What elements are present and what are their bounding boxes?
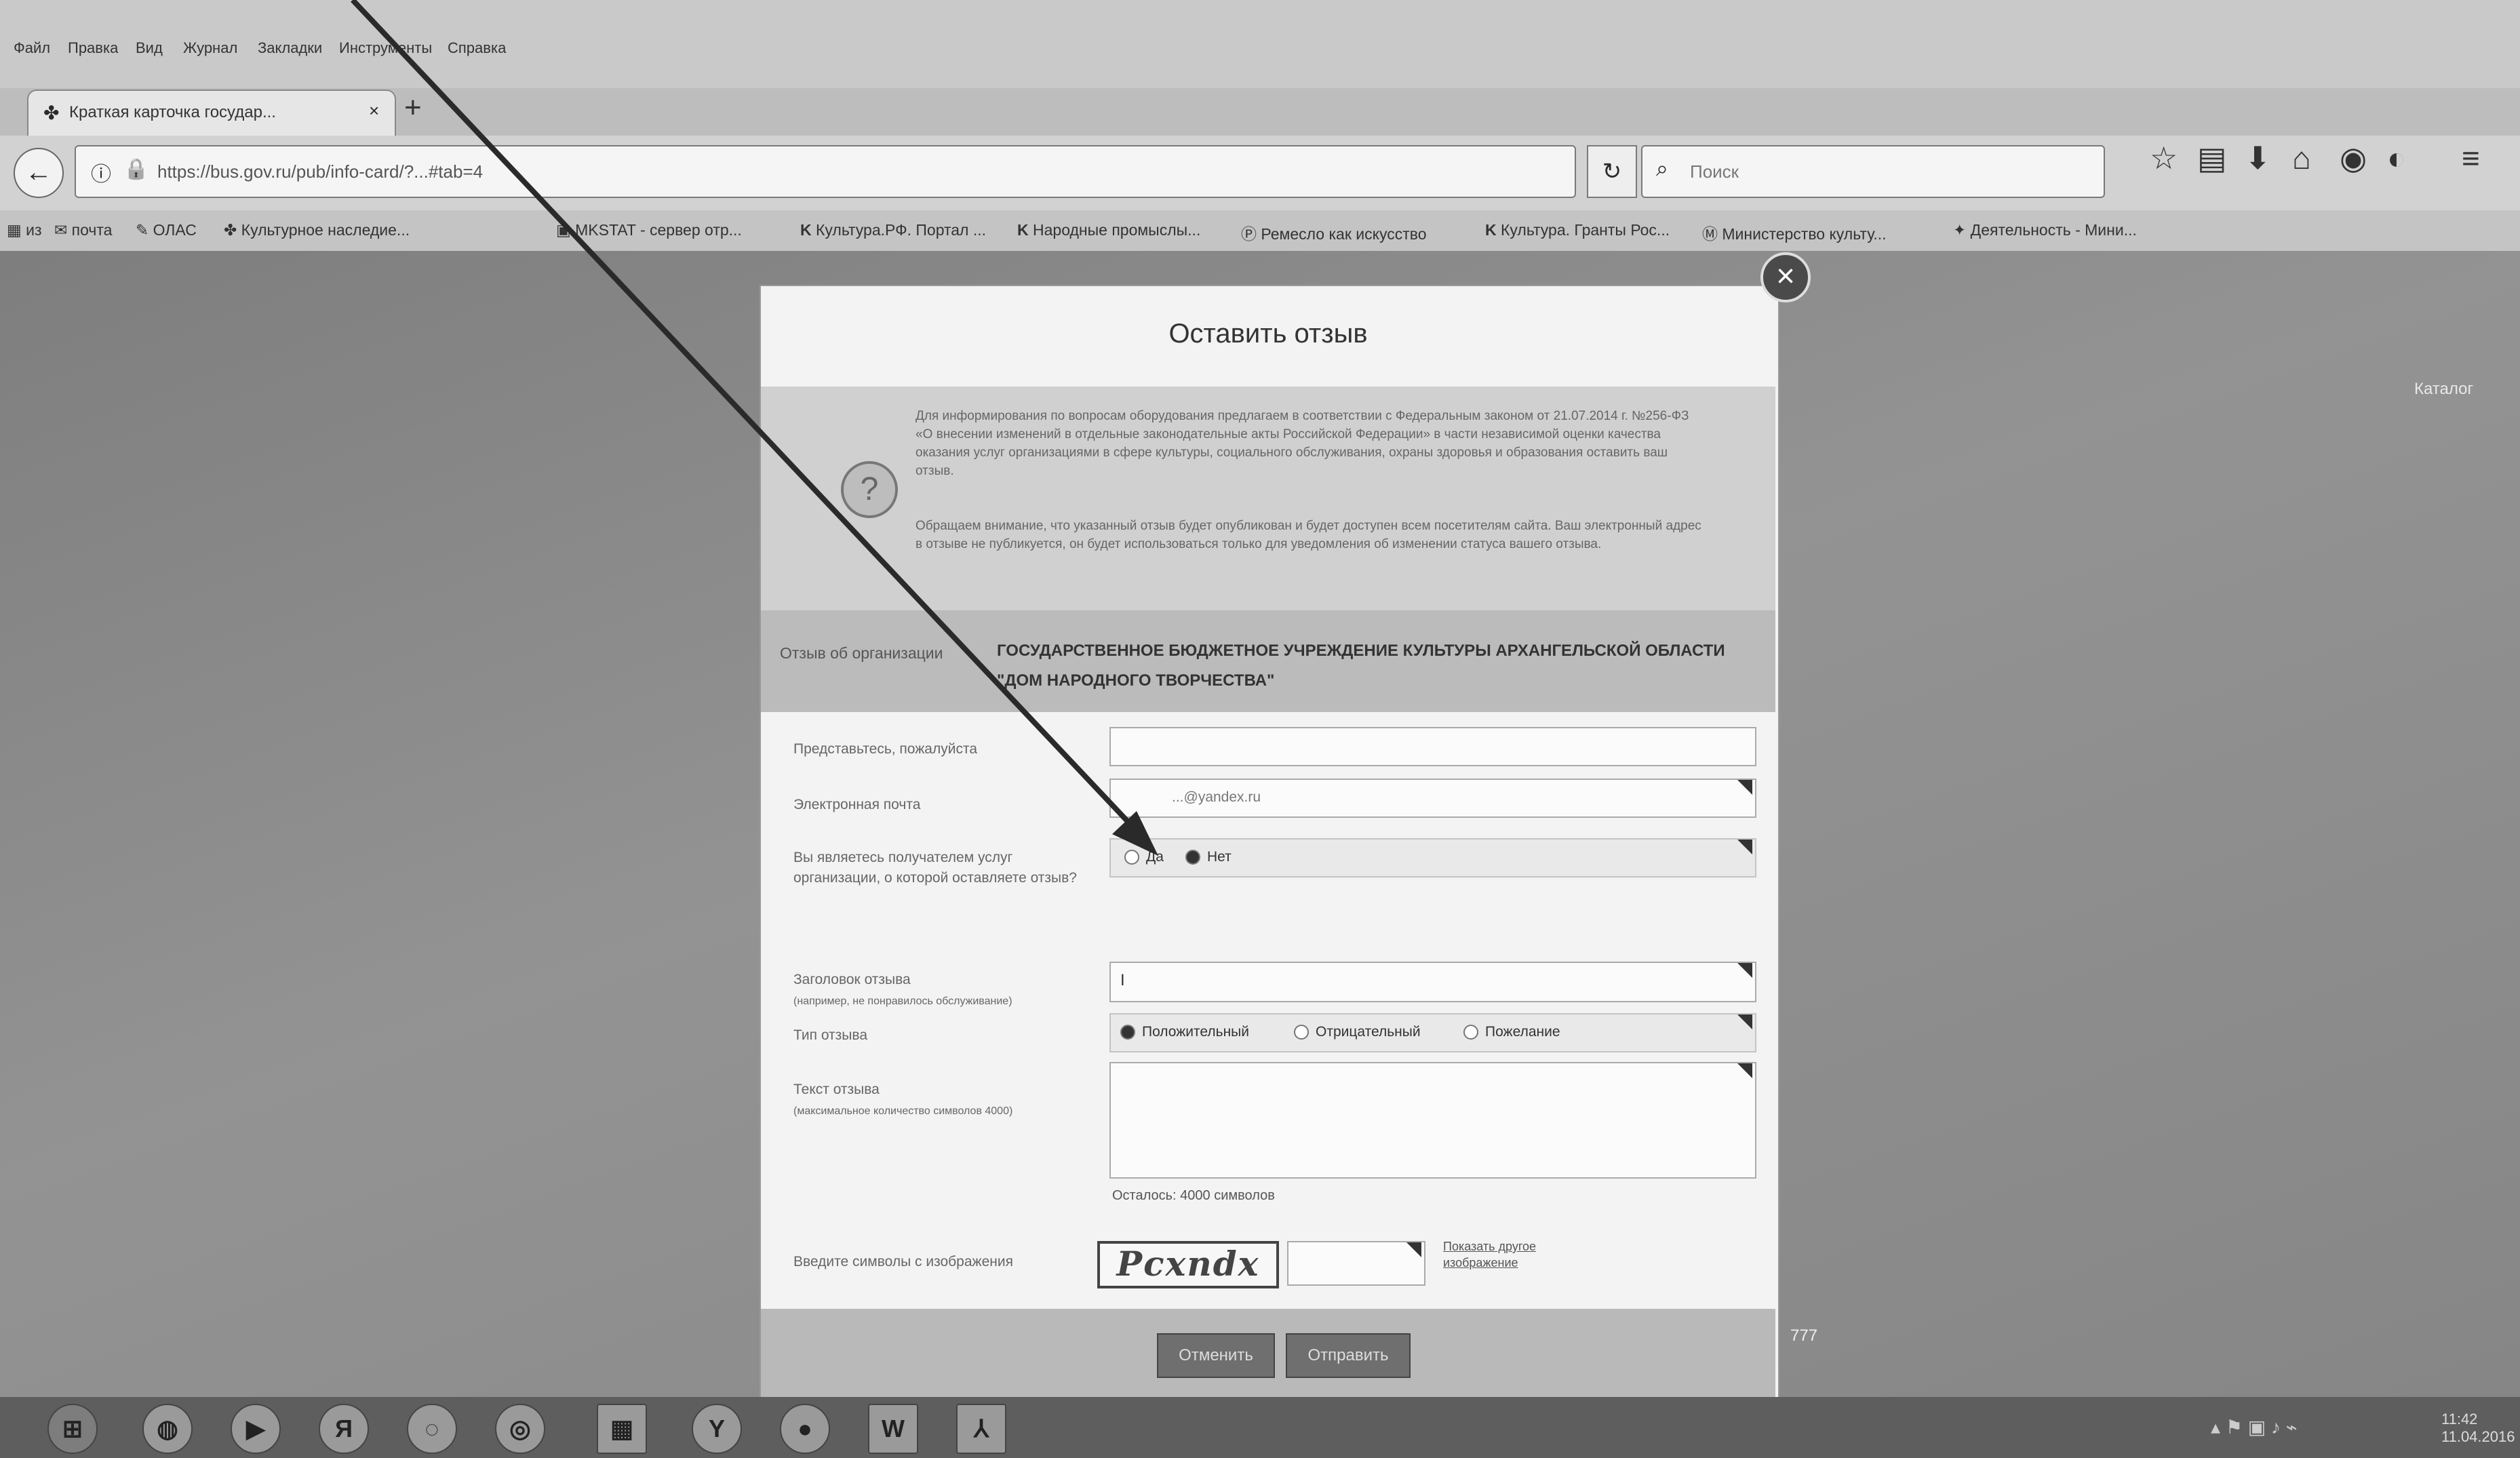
menu-file[interactable]: Файл	[14, 39, 50, 57]
required-marker	[1406, 1242, 1421, 1257]
type-radio-group: Положительный Отрицательный Пожелание	[1109, 1013, 1756, 1052]
required-marker	[1737, 840, 1752, 854]
tray-icons[interactable]: ▴ ⚑ ▣ ♪ ⌁	[2211, 1416, 2298, 1438]
consumer-field-label: Вы являетесь получателем услуг организац…	[793, 850, 1077, 886]
bookmark-item[interactable]: K Народные промыслы...	[1017, 221, 1200, 239]
start-icon[interactable]: ⊞	[47, 1404, 98, 1454]
site-favicon-icon: ✤	[43, 102, 60, 123]
captcha-field-label: Введите символы с изображения	[793, 1254, 1013, 1269]
name-field-label: Представьтесь, пожалуйста	[793, 741, 978, 757]
bookmark-item[interactable]: K Культура. Гранты Рос...	[1485, 221, 1670, 239]
bookmark-item[interactable]: Ⓟ Ремесло как искусство	[1241, 221, 1427, 244]
home-icon[interactable]: ⌂	[2292, 140, 2311, 176]
new-tab-button[interactable]: +	[404, 91, 422, 125]
captcha-input[interactable]	[1287, 1241, 1425, 1286]
text-field-label: Текст отзыва (максимальное количество си…	[793, 1082, 1013, 1117]
tab-title: Краткая карточка государ...	[69, 103, 276, 121]
bookmark-item[interactable]: ✦ Деятельность - Мини...	[1953, 221, 2137, 239]
os-taskbar	[0, 1397, 2520, 1458]
yandex-icon[interactable]: Я	[319, 1404, 369, 1454]
bookmark-item[interactable]: ▣ MKSTAT - сервер отр...	[556, 221, 742, 239]
captcha-image: Pcxndx	[1097, 1241, 1279, 1288]
consumer-no-radio[interactable]: Нет	[1185, 849, 1232, 865]
search-icon: ⌕	[1656, 156, 1668, 180]
info-question-icon: ?	[841, 461, 898, 518]
email-field-label: Электронная почта	[793, 797, 921, 812]
bookmark-item[interactable]: Ⓜ Министерство культу...	[1702, 221, 1887, 244]
name-input[interactable]	[1109, 727, 1756, 766]
consumer-radio-group: Да Нет	[1109, 838, 1756, 878]
search-placeholder: Поиск	[1690, 161, 1739, 182]
yandex-browser-icon[interactable]: Y	[692, 1404, 742, 1454]
bookmarks-menu-icon[interactable]: ▤	[2197, 140, 2226, 176]
review-textarea[interactable]	[1109, 1062, 1756, 1179]
page-side-note: Каталог	[2414, 380, 2474, 398]
subject-cursor: I	[1120, 971, 1125, 989]
menu-view[interactable]: Вид	[136, 39, 163, 57]
menu-tools[interactable]: Инструменты	[339, 39, 432, 57]
modal-title: Оставить отзыв	[1168, 319, 1368, 349]
page-footer-note: 777	[1790, 1326, 1818, 1345]
bookmark-item[interactable]: ▦ из	[7, 221, 42, 239]
menu-history[interactable]: Журнал	[183, 39, 237, 57]
type-positive-radio[interactable]: Положительный	[1120, 1024, 1249, 1040]
info-icon[interactable]: ⓘ	[91, 157, 111, 187]
back-button[interactable]: ←	[14, 148, 64, 198]
reload-button[interactable]: ↻	[1587, 145, 1637, 198]
organization-label: Отзыв об организации	[780, 644, 943, 662]
type-negative-radio[interactable]: Отрицательный	[1294, 1024, 1421, 1040]
bookmark-item[interactable]: K Культура.РФ. Портал ...	[800, 221, 986, 239]
address-bar[interactable]: ⓘ 🔒 https://bus.gov.ru/pub/info-card/?..…	[75, 145, 1576, 198]
menu-help[interactable]: Справка	[448, 39, 506, 57]
firefox-icon[interactable]: ●	[780, 1404, 830, 1454]
search-input[interactable]: ⌕ Поиск	[1641, 145, 2105, 198]
tab-close-icon[interactable]: ×	[369, 100, 379, 121]
media-icon[interactable]: ▶	[231, 1404, 281, 1454]
browser-icon[interactable]: ◌	[407, 1404, 457, 1454]
consumer-yes-radio[interactable]: Да	[1124, 849, 1164, 865]
menu-edit[interactable]: Правка	[68, 39, 118, 57]
chrome-icon[interactable]: ◎	[495, 1404, 545, 1454]
required-marker	[1737, 1014, 1752, 1029]
type-field-label: Тип отзыва	[793, 1027, 867, 1043]
organization-name: ГОСУДАРСТВЕННОЕ БЮДЖЕТНОЕ УЧРЕЖДЕНИЕ КУЛ…	[997, 642, 1725, 690]
info-paragraph: Обращаем внимание, что указанный отзыв б…	[916, 519, 1701, 551]
downloads-icon[interactable]: ⬇	[2245, 140, 2271, 176]
required-marker	[1737, 963, 1752, 978]
hamburger-menu-icon[interactable]: ≡	[2462, 140, 2480, 176]
submit-button[interactable]: Отправить	[1286, 1333, 1411, 1378]
word-icon[interactable]: W	[868, 1404, 918, 1454]
info-paragraph: Для информирования по вопросам оборудова…	[916, 409, 1689, 478]
modal-close-button[interactable]: ×	[1760, 252, 1811, 302]
explorer-icon[interactable]: ◍	[142, 1404, 193, 1454]
taskbar-clock[interactable]: 11:42 11.04.2016	[2441, 1411, 2515, 1446]
sync-icon[interactable]: ◉	[2340, 140, 2367, 176]
bookmark-item[interactable]: ✎ ОЛАС	[136, 221, 197, 239]
email-value: ...@yandex.ru	[1172, 789, 1261, 805]
pocket-icon[interactable]: ◐	[2387, 140, 2406, 176]
bookmark-star-icon[interactable]: ☆	[2150, 140, 2178, 176]
menu-bookmarks[interactable]: Закладки	[258, 39, 322, 57]
required-marker	[1737, 1063, 1752, 1078]
calculator-icon[interactable]: ▦	[597, 1404, 647, 1454]
bookmark-item[interactable]: ✉ почта	[54, 221, 112, 239]
subject-field-label: Заголовок отзыва (например, не понравило…	[793, 972, 1012, 1007]
cancel-button[interactable]: Отменить	[1157, 1333, 1275, 1378]
email-input[interactable]: ...@yandex.ru	[1109, 779, 1756, 818]
bookmark-item[interactable]: ✤ Культурное наследие...	[224, 221, 410, 239]
captcha-refresh-link[interactable]: Показать другое изображение	[1443, 1238, 1579, 1271]
lock-icon: 🔒	[123, 158, 149, 180]
subject-input[interactable]: I	[1109, 962, 1756, 1002]
required-marker	[1737, 780, 1752, 795]
acrobat-icon[interactable]: ⅄	[956, 1404, 1006, 1454]
type-wish-radio[interactable]: Пожелание	[1463, 1024, 1560, 1040]
chars-left-counter: Осталось: 4000 символов	[1112, 1188, 1275, 1203]
url-text: https://bus.gov.ru/pub/info-card/?...#ta…	[157, 161, 484, 182]
browser-tab-active[interactable]: ✤ Краткая карточка государ... ×	[27, 90, 396, 136]
